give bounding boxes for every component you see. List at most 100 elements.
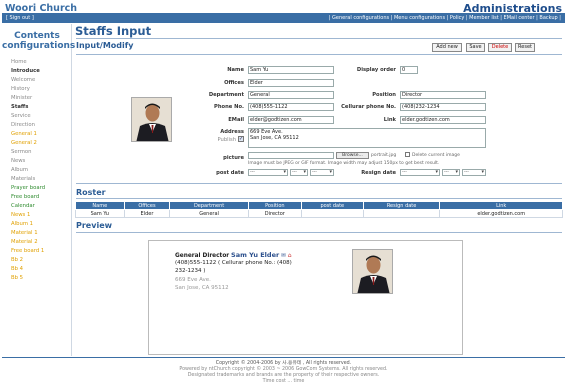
preview-card: General Director Sam Yu Elder ✉ ⌂ (408)5… (148, 240, 463, 355)
link-label: Link (383, 117, 396, 123)
preview-address: 669 Eve Ave. San Jose, CA 95112 (175, 276, 229, 292)
post-date-day-select[interactable]: --- (310, 169, 334, 176)
publish-label: Publish (217, 137, 237, 143)
post-date-month-select[interactable]: --- (290, 169, 308, 176)
address-textarea[interactable]: 669 Eve Ave. San Jose, CA 95112 (248, 128, 486, 148)
sidebar-item[interactable]: Bb 4 (11, 265, 71, 274)
sidebar-item[interactable]: Bb 2 (11, 256, 71, 265)
section-roster: Roster (76, 188, 106, 197)
preview-address-line2: San Jose, CA 95112 (175, 285, 229, 291)
sidebar-item[interactable]: Staffs (11, 103, 71, 112)
picture-file-input[interactable] (248, 152, 334, 159)
preview-address-line1: 669 Eve Ave. (175, 277, 211, 283)
save-button[interactable]: Save (466, 43, 485, 52)
sidebar-item[interactable]: Bb 5 (11, 274, 71, 283)
post-date-year-select[interactable]: --- (248, 169, 288, 176)
roster-body: Sam Yu Elder General Director elder.godtizen… (75, 209, 563, 218)
sidebar-item[interactable]: Materials (11, 175, 71, 184)
publish-checkbox[interactable]: ✓ (238, 136, 244, 142)
display-order-label: Display order (356, 67, 396, 73)
address-line2: San Jose, CA 95112 (250, 135, 299, 141)
cell-phone-input[interactable]: (408)232-1234 (400, 103, 486, 111)
roster-column-header: post date (300, 201, 364, 210)
sidebar-item[interactable]: Material 1 (11, 229, 71, 238)
footer-timecost: Time cost ... time (262, 379, 305, 384)
signout-link[interactable]: [ Sign out ] (6, 15, 34, 21)
roster-column-header: Offices (123, 201, 171, 210)
link-input[interactable]: elder.godtizen.com (400, 116, 486, 124)
roster-column-header: Position (247, 201, 302, 210)
department-input[interactable]: General (248, 91, 334, 99)
roster-header-row: Name Offices Department Position post date Re… (75, 201, 563, 210)
title-divider (76, 38, 562, 39)
delete-button[interactable]: Delete (488, 43, 512, 52)
phone-input[interactable]: (408)555-1122 (248, 103, 334, 111)
sidebar-item[interactable]: History (11, 85, 71, 94)
table-row[interactable]: Sam Yu Elder General Director elder.godtizen… (75, 209, 563, 218)
preview-portrait-image (353, 250, 392, 293)
brand-logo-text[interactable]: Woori Church (5, 3, 77, 14)
roster-column-header: Resign date (362, 201, 441, 210)
sidebar-item[interactable]: News 1 (11, 211, 71, 220)
sidebar-menu: Home Introduce Welcome History Minister Staff… (11, 58, 71, 283)
preview-name: Sam Yu Elder (231, 251, 280, 259)
sidebar-item[interactable]: Material 2 (11, 238, 71, 247)
browse-button[interactable]: Browse... (336, 152, 369, 159)
position-input[interactable]: Director (400, 91, 486, 99)
sidebar-item[interactable]: Calendar (11, 202, 71, 211)
section-divider (76, 54, 562, 55)
section-preview: Preview (76, 221, 113, 230)
resign-date-label: Resign date (361, 170, 396, 176)
roster-column-header: Link (439, 201, 563, 210)
sidebar-item[interactable]: Direction (11, 121, 71, 130)
top-nav-links[interactable]: | General configurations | Menu configur… (329, 15, 561, 21)
sidebar-item[interactable]: Introduce (11, 67, 71, 76)
table-cell: Elder (123, 209, 171, 218)
sidebar-item[interactable]: General 1 (11, 130, 71, 139)
sidebar-item[interactable]: Service (11, 112, 71, 121)
sidebar-item[interactable]: Album (11, 166, 71, 175)
delete-image-checkbox[interactable] (405, 152, 410, 157)
resign-date-year-select[interactable]: --- (400, 169, 440, 176)
table-cell: Sam Yu (75, 209, 125, 218)
preview-phones: (408)555-1122 ( Cellurar phone No.: (408… (175, 259, 292, 275)
sidebar-item[interactable]: Minister (11, 94, 71, 103)
add-new-button[interactable]: Add new (432, 43, 462, 52)
table-cell: General (169, 209, 249, 218)
post-date-label: post date (216, 170, 244, 176)
offices-label: Offices (224, 80, 244, 86)
preview-phone-line1: (408)555-1122 ( Cellurar phone No.: (408… (175, 260, 292, 266)
sidebar-item[interactable]: News (11, 157, 71, 166)
footer: Copyright © 2004-2006 by 사.용유테 , All rig… (2, 357, 565, 386)
display-order-input[interactable]: 0 (400, 66, 418, 74)
sidebar-item[interactable]: Album 1 (11, 220, 71, 229)
sidebar-item[interactable]: Sermon (11, 148, 71, 157)
sidebar-title: Contents configurations (2, 31, 75, 51)
table-cell: elder.godtizen.com (439, 209, 563, 218)
resign-date-month-select[interactable]: --- (442, 169, 460, 176)
picture-hint: Image must be JPEG or GIF format. Image … (248, 161, 440, 166)
preview-photo (352, 249, 393, 294)
sidebar-title-line1: Contents (14, 31, 60, 41)
sidebar-item[interactable]: Welcome (11, 76, 71, 85)
sidebar-item[interactable]: Home (11, 58, 71, 67)
section-input-modify: Input/Modify (76, 41, 134, 50)
roster-column-header: Department (169, 201, 249, 210)
sidebar-item[interactable]: Prayer board (11, 184, 71, 193)
resign-date-day-select[interactable]: --- (462, 169, 486, 176)
sidebar-item[interactable]: Free board 1 (11, 247, 71, 256)
page-title: Staffs Input (75, 24, 152, 38)
sidebar-item[interactable]: General 2 (11, 139, 71, 148)
picture-label: picture (223, 155, 244, 161)
sidebar-item[interactable]: Free board (11, 193, 71, 202)
preview-heading: General Director Sam Yu Elder ✉ ⌂ (175, 251, 291, 259)
email-input[interactable]: elder@godtizen.com (248, 116, 334, 124)
table-cell: Director (247, 209, 302, 218)
email-label: EMail (228, 117, 244, 123)
department-label: Department (208, 92, 244, 98)
position-label: Position (372, 92, 396, 98)
portrait-image (132, 98, 171, 141)
offices-input[interactable]: Elder (248, 79, 334, 87)
name-input[interactable]: Sam Yu (248, 66, 334, 74)
reset-button[interactable]: Reset (515, 43, 535, 52)
